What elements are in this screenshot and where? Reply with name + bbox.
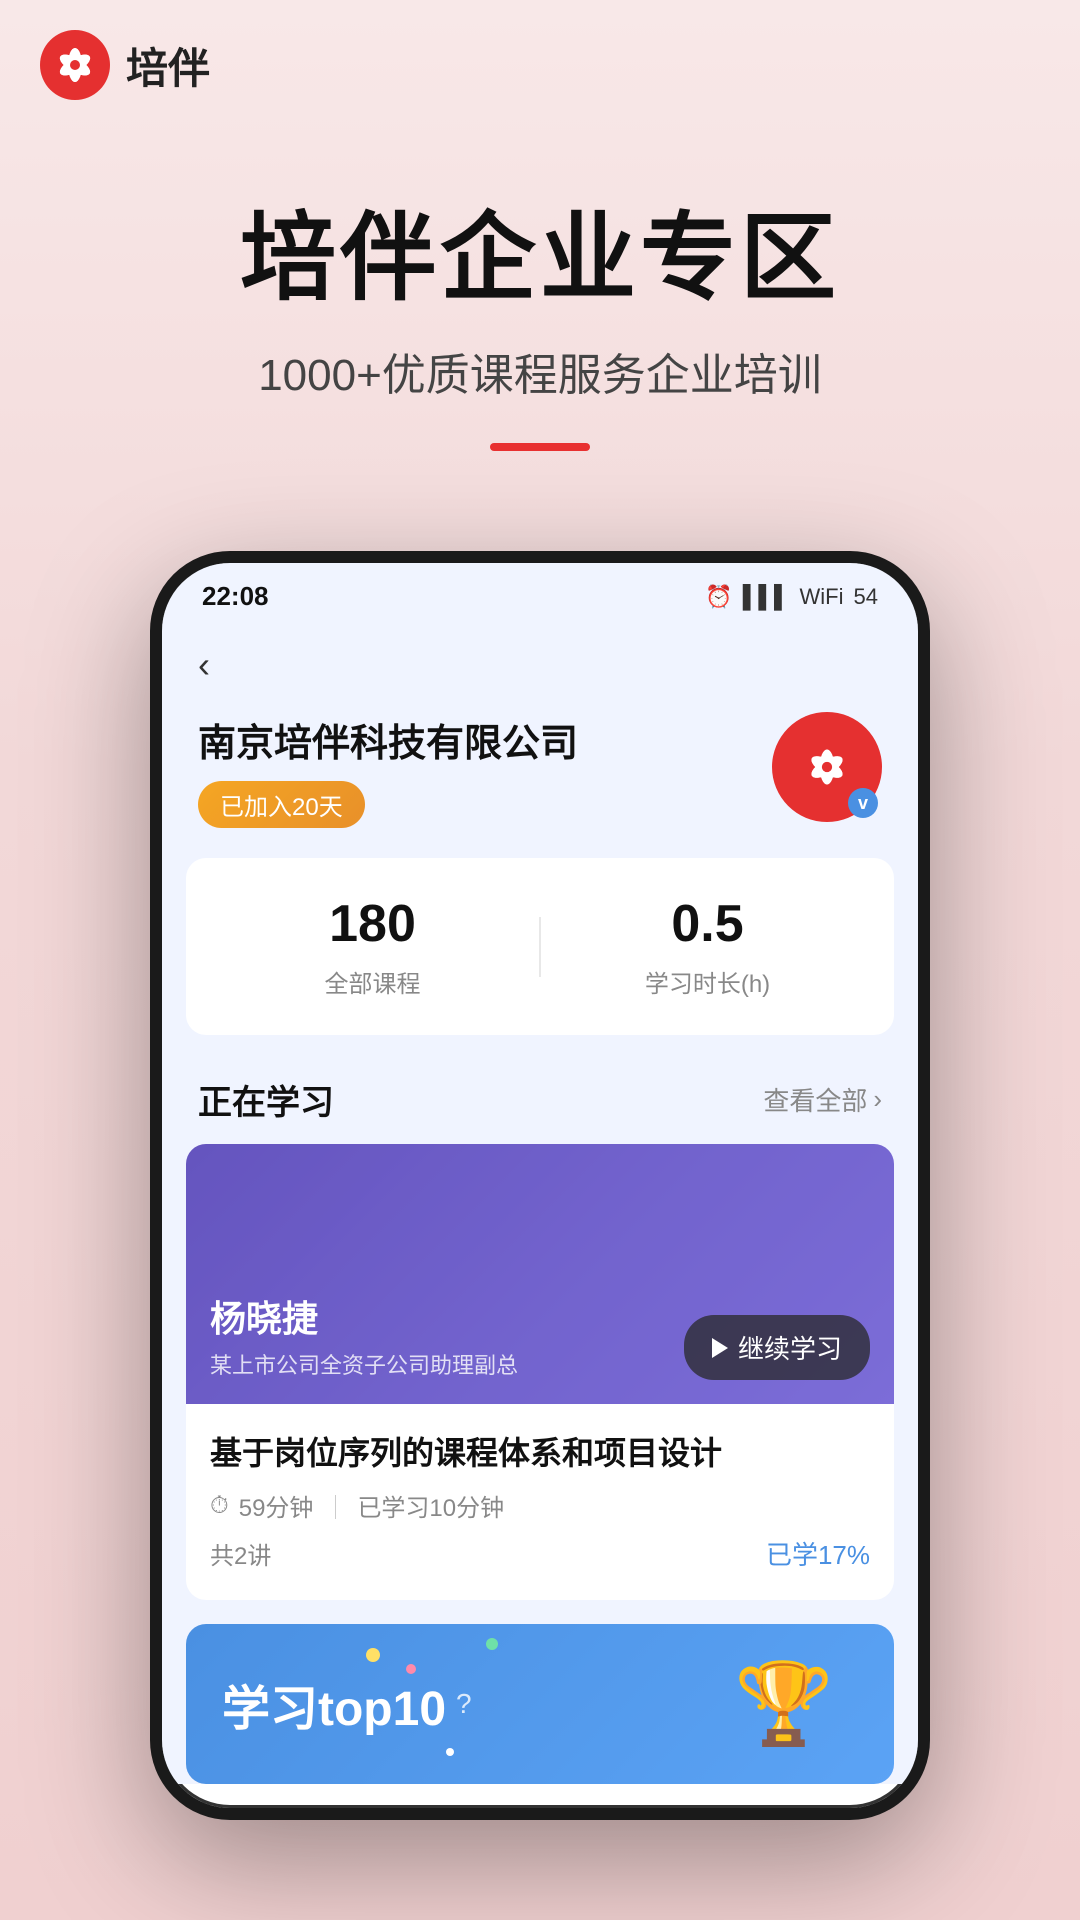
courses-count: 180 <box>206 894 539 954</box>
company-info: 南京培伴科技有限公司 已加入20天 <box>198 712 772 828</box>
phone-mockup-wrapper: 22:08 ⏰ ▌▌▌ WiFi 54 ‹ 南京培伴科技有限公司 已加入20天 <box>0 551 1080 1820</box>
company-join-badge: 已加入20天 <box>198 781 365 828</box>
app-logo-icon <box>40 30 110 100</box>
progress-text: 已学17% <box>766 1535 870 1572</box>
page-header: ‹ <box>162 624 918 702</box>
course-footer: 共2讲 已学17% <box>210 1535 870 1572</box>
confetti-1 <box>366 1648 380 1662</box>
teacher-name: 杨晓捷 <box>210 1290 318 1342</box>
alarm-icon: ⏰ <box>705 584 732 610</box>
clock-icon: ⏱ <box>210 1492 229 1520</box>
hero-title: 培伴企业专区 <box>40 180 1040 319</box>
stat-study-hours: 0.5 学习时长(h) <box>541 894 874 999</box>
wifi-icon: WiFi <box>800 584 844 610</box>
continue-btn-label: 继续学习 <box>738 1329 842 1366</box>
view-all-text: 查看全部 <box>763 1081 867 1118</box>
hero-section: 培伴企业专区 1000+优质课程服务企业培训 <box>0 120 1080 551</box>
course-meta: ⏱ 59分钟 ｜ 已学习10分钟 <box>210 1488 870 1523</box>
trophy-icon: 🏆 <box>734 1657 834 1751</box>
meta-separator: ｜ <box>323 1488 347 1523</box>
battery-icon: 54 <box>854 584 878 610</box>
continue-learning-button[interactable]: 继续学习 <box>684 1315 870 1380</box>
courses-label: 全部课程 <box>206 964 539 999</box>
confetti-4 <box>446 1748 454 1756</box>
verified-badge: v <box>848 788 878 818</box>
back-button[interactable]: ‹ <box>198 644 210 686</box>
phone-content: ‹ 南京培伴科技有限公司 已加入20天 <box>162 624 918 1784</box>
confetti-3 <box>486 1638 498 1650</box>
hero-divider <box>490 443 590 451</box>
company-avatar: v <box>772 712 882 822</box>
company-section: 南京培伴科技有限公司 已加入20天 <box>162 702 918 858</box>
studying-title: 正在学习 <box>198 1075 334 1124</box>
phone-frame: 22:08 ⏰ ▌▌▌ WiFi 54 ‹ 南京培伴科技有限公司 已加入20天 <box>150 551 930 1820</box>
teacher-info: 杨晓捷 某上市公司全资子公司助理副总 <box>210 1290 518 1380</box>
studying-section-header: 正在学习 查看全部 › <box>162 1065 918 1144</box>
course-info: 基于岗位序列的课程体系和项目设计 ⏱ 59分钟 ｜ 已学习10分钟 共2讲 已学… <box>186 1404 894 1600</box>
study-hours-label: 学习时长(h) <box>541 964 874 999</box>
status-icons: ⏰ ▌▌▌ WiFi 54 <box>705 584 878 610</box>
study-hours-count: 0.5 <box>541 894 874 954</box>
play-icon <box>712 1338 728 1358</box>
course-card[interactable]: 杨晓捷 某上市公司全资子公司助理副总 继续学习 基于岗位序列的课程体系和项目设计… <box>186 1144 894 1600</box>
signal-icon: ▌▌▌ <box>743 584 790 610</box>
chevron-right-icon: › <box>873 1084 882 1115</box>
company-name: 南京培伴科技有限公司 <box>198 712 772 767</box>
top10-title: 学习top10 <box>222 1669 446 1739</box>
course-duration: 59分钟 <box>239 1488 314 1523</box>
status-bar: 22:08 ⏰ ▌▌▌ WiFi 54 <box>162 563 918 624</box>
stats-card: 180 全部课程 0.5 学习时长(h) <box>186 858 894 1035</box>
top10-question-mark: ? <box>456 1688 472 1720</box>
status-time: 22:08 <box>202 581 269 612</box>
view-all-link[interactable]: 查看全部 › <box>763 1081 882 1118</box>
course-thumbnail: 杨晓捷 某上市公司全资子公司助理副总 继续学习 <box>186 1144 894 1404</box>
thumbnail-bottom: 杨晓捷 某上市公司全资子公司助理副总 继续学习 <box>210 1290 870 1380</box>
hero-subtitle: 1000+优质课程服务企业培训 <box>40 339 1040 403</box>
studied-time: 已学习10分钟 <box>357 1488 504 1523</box>
stat-courses: 180 全部课程 <box>206 894 539 999</box>
course-title: 基于岗位序列的课程体系和项目设计 <box>210 1428 870 1474</box>
top10-card[interactable]: 学习top10 ? 🏆 <box>186 1624 894 1784</box>
lectures-count: 共2讲 <box>210 1536 271 1571</box>
app-name: 培伴 <box>126 35 210 96</box>
top-bar: 培伴 <box>0 0 1080 120</box>
teacher-title: 某上市公司全资子公司助理副总 <box>210 1348 518 1380</box>
